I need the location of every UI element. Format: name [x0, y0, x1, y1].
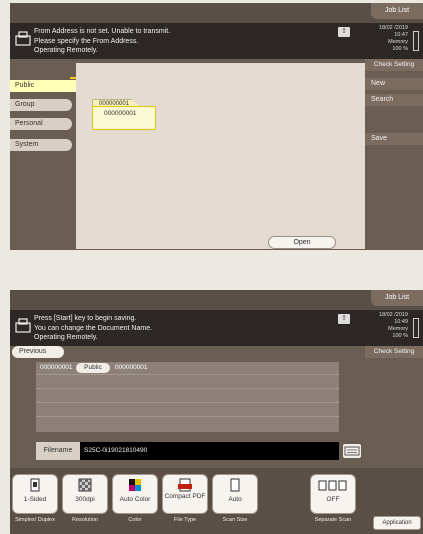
list-item — [36, 404, 339, 417]
message-line: Press [Start] key to begin saving. — [34, 315, 137, 322]
search-button[interactable]: Search — [365, 94, 423, 106]
top-strip — [10, 290, 423, 310]
box-list-area — [76, 63, 365, 249]
job-list-button[interactable]: Job List — [371, 290, 423, 306]
page-icon — [230, 478, 240, 492]
resolution-value: 300dpi — [75, 496, 95, 503]
resolution-icon — [78, 478, 92, 492]
message-line: Please specify the From Address. — [34, 37, 139, 45]
save-document-panel: Job List From Address is not set. Unable… — [10, 3, 423, 250]
tab-personal[interactable]: Personal — [10, 118, 72, 130]
color-icon — [129, 479, 141, 491]
list-item — [36, 376, 339, 389]
top-strip — [10, 3, 423, 23]
file-type-button[interactable]: Compact PDF — [162, 474, 208, 514]
previous-button[interactable]: Previous — [12, 346, 64, 358]
message-text: From Address is not set. Unable to trans… — [34, 27, 170, 56]
message-line: From Address is not set. Unable to trans… — [34, 28, 171, 35]
file-type-label: File Type — [173, 517, 197, 523]
message-text: Press [Start] key to begin saving. You c… — [34, 314, 152, 343]
list-item[interactable]: 000000001 Public 000000001 — [36, 362, 339, 375]
resolution-button[interactable]: 300dpi — [62, 474, 108, 514]
printer-icon — [15, 31, 31, 46]
info-icon[interactable]: ! — [338, 27, 350, 37]
resolution-label: Resolution — [72, 517, 98, 523]
box-name: 000000001 — [115, 364, 148, 371]
box-folder[interactable]: 000000001 000000001 — [92, 99, 156, 131]
message-line: Operating Remotely. — [34, 334, 98, 341]
box-number: 000000001 — [40, 364, 73, 371]
message-line: You can change the Document Name. — [34, 324, 153, 332]
filename-label: Filename — [36, 442, 80, 460]
memory-bar-icon — [413, 31, 419, 51]
clock-status: 18/02 /2019 10:47 Memory 100 % — [365, 23, 423, 59]
save-button[interactable]: Save — [365, 133, 423, 145]
check-setting-button[interactable]: Check Setting — [365, 346, 423, 358]
scan-settings-panel: Job List Press [Start] key to begin savi… — [10, 290, 423, 534]
tab-group[interactable]: Group — [10, 99, 72, 111]
file-type-value: Compact PDF — [164, 493, 206, 500]
simplex-duplex-label: Simplex/ Duplex — [15, 517, 55, 523]
scan-size-value: Auto — [228, 496, 242, 503]
tab-accent — [70, 77, 76, 79]
info-icon[interactable]: ! — [338, 314, 350, 324]
pdf-icon — [178, 478, 192, 492]
keyboard-icon[interactable] — [343, 444, 361, 458]
color-button[interactable]: Auto Color — [112, 474, 158, 514]
clock-status: 18/02 /2019 10:49 Memory 100 % — [365, 310, 423, 346]
list-item — [36, 418, 339, 431]
destination-list: 000000001 Public 000000001 — [36, 362, 339, 432]
simplex-duplex-button[interactable]: 1-Sided — [12, 474, 58, 514]
list-item — [36, 390, 339, 403]
one-sided-icon — [30, 478, 40, 492]
box-type-badge: Public — [76, 363, 110, 373]
new-button[interactable]: New — [365, 78, 423, 90]
filename-field[interactable]: S25C-0i19021810490 — [80, 442, 339, 460]
memory-bar-icon — [413, 318, 419, 338]
message-bar: Press [Start] key to begin saving. You c… — [10, 310, 365, 346]
color-value: Auto Color — [119, 496, 151, 503]
application-button[interactable]: Application — [373, 516, 421, 530]
scan-size-button[interactable]: Auto — [212, 474, 258, 514]
simplex-value: 1-Sided — [23, 496, 47, 503]
folder-name: 000000001 — [92, 106, 156, 130]
check-setting-button[interactable]: Check Setting — [365, 59, 423, 71]
tab-system[interactable]: System — [10, 139, 72, 151]
message-bar: From Address is not set. Unable to trans… — [10, 23, 365, 59]
message-line: Operating Remotely. — [34, 47, 98, 54]
scan-size-label: Scan Size — [222, 517, 248, 523]
job-list-button[interactable]: Job List — [371, 3, 423, 19]
color-label: Color — [128, 517, 142, 523]
separate-scan-button[interactable]: OFF — [310, 474, 356, 514]
separate-scan-icon — [318, 480, 347, 491]
separate-scan-value: OFF — [326, 496, 340, 503]
open-button[interactable]: Open — [268, 236, 336, 249]
printer-icon — [15, 318, 31, 333]
separate-scan-label: Separate Scan — [314, 517, 352, 523]
tab-public[interactable]: Public — [10, 80, 76, 92]
